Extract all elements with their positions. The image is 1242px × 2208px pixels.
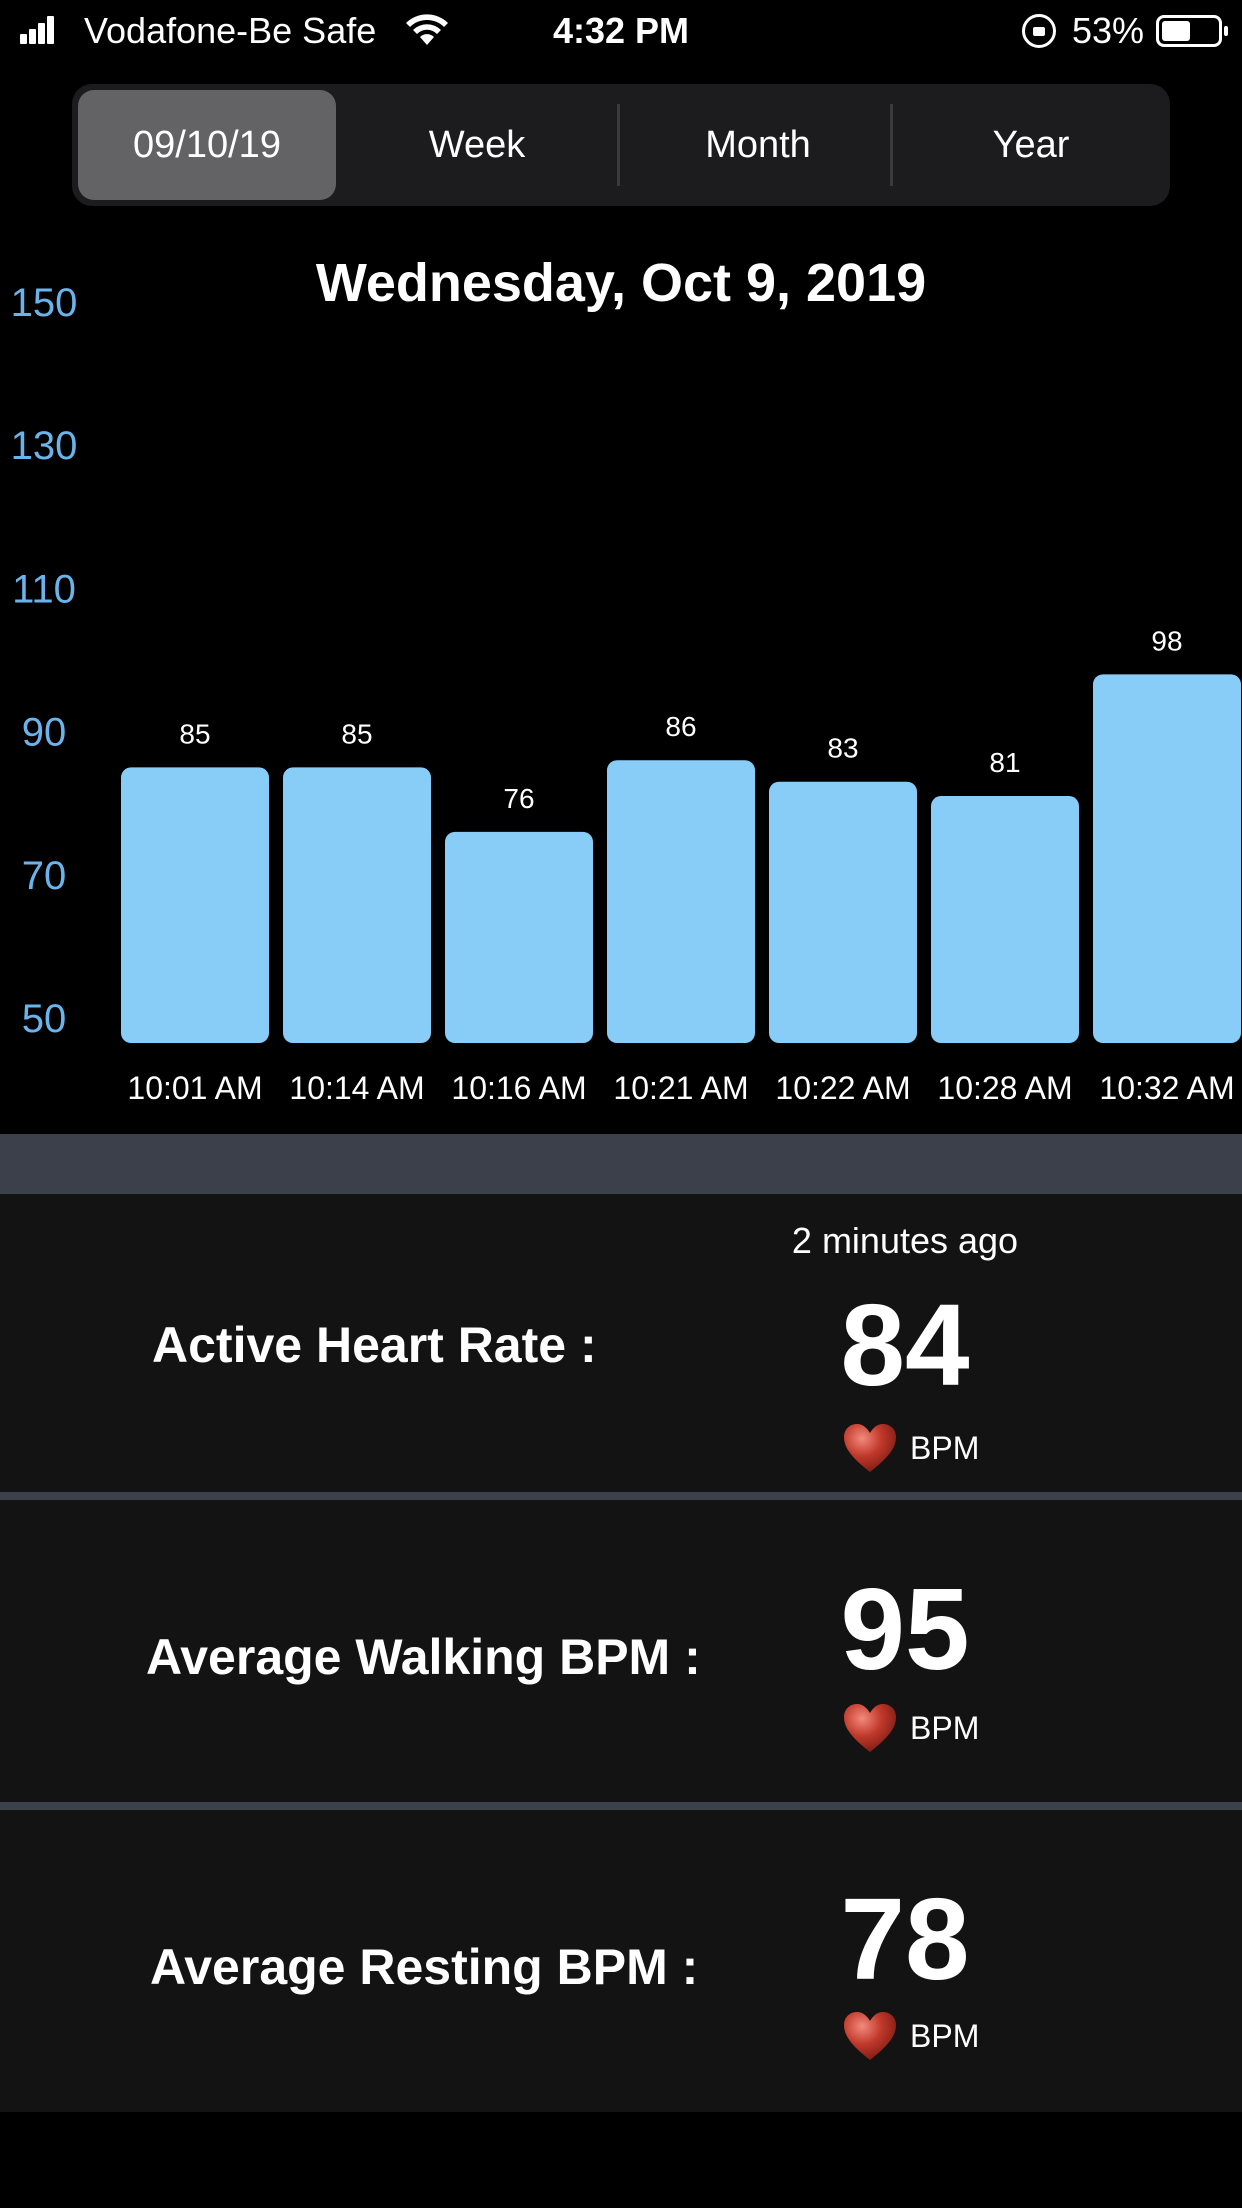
bar-value-label: 76 xyxy=(503,783,534,814)
card-divider xyxy=(0,1802,1242,1810)
average-resting-label: Average Resting BPM : xyxy=(150,1939,699,1995)
period-segmented-control: 09/10/19 Week Month Year xyxy=(72,84,1170,206)
active-heart-rate-card: Active Heart Rate : 2 minutes ago 84 BPM xyxy=(0,1194,1242,1492)
average-resting-value: 78 xyxy=(840,1874,970,2004)
y-axis-tick-label: 70 xyxy=(22,854,67,898)
bar-value-label: 85 xyxy=(179,718,210,749)
x-axis-tick-label: 10:28 AM xyxy=(937,1070,1072,1106)
average-resting-card: Average Resting BPM : 78 BPM xyxy=(0,1810,1242,2112)
segment-day[interactable]: 09/10/19 xyxy=(78,90,336,200)
y-axis-tick-label: 130 xyxy=(11,424,78,468)
y-axis-tick-label: 110 xyxy=(12,567,76,611)
heart-icon xyxy=(844,1424,896,1472)
bar-value-label: 86 xyxy=(665,711,696,742)
chart-bar xyxy=(769,781,917,1043)
y-axis-tick-label: 90 xyxy=(22,711,67,755)
orientation-lock-icon xyxy=(1022,14,1056,48)
segment-month[interactable]: Month xyxy=(622,90,894,200)
bar-value-label: 83 xyxy=(827,733,858,764)
chart-bar xyxy=(445,831,593,1043)
segment-year[interactable]: Year xyxy=(898,90,1164,200)
bar-value-label: 85 xyxy=(341,718,372,749)
x-axis-tick-label: 10:22 AM xyxy=(775,1070,910,1106)
heart-rate-bar-chart: 150 130 110 90 70 50 85 10:01 AM 85 10:14 AM 76 10:… xyxy=(11,281,1241,1106)
active-heart-rate-value: 84 xyxy=(840,1280,970,1410)
x-axis-tick-label: 10:16 AM xyxy=(451,1070,586,1106)
heart-icon xyxy=(844,1704,896,1752)
average-walking-label: Average Walking BPM : xyxy=(146,1629,701,1685)
battery-icon xyxy=(1156,15,1228,47)
active-heart-rate-label: Active Heart Rate : xyxy=(152,1317,597,1373)
bpm-unit: BPM xyxy=(910,1710,980,1746)
heart-icon xyxy=(844,2012,896,2060)
x-axis-tick-label: 10:21 AM xyxy=(613,1070,748,1106)
chart-bar xyxy=(121,767,269,1043)
chart-bar xyxy=(1093,674,1241,1043)
chart-bar xyxy=(283,767,431,1043)
x-axis-tick-label: 10:14 AM xyxy=(289,1070,424,1106)
segment-week[interactable]: Week xyxy=(342,90,612,200)
y-axis-tick-label: 150 xyxy=(11,281,78,325)
last-updated-text: 2 minutes ago xyxy=(791,1220,1019,1261)
bpm-unit: BPM xyxy=(910,1430,980,1466)
chart-bar xyxy=(931,796,1079,1043)
battery-percent: 53% xyxy=(1072,10,1145,51)
bar-value-label: 81 xyxy=(989,747,1020,778)
segment-divider xyxy=(890,104,893,186)
segment-divider xyxy=(617,104,620,186)
bpm-unit: BPM xyxy=(910,2018,980,2054)
card-divider xyxy=(0,1492,1242,1500)
chart-bar xyxy=(607,760,755,1043)
average-walking-value: 95 xyxy=(840,1564,970,1694)
bar-value-label: 98 xyxy=(1151,625,1182,656)
status-bar: Vodafone-Be Safe 4:32 PM 53% xyxy=(0,0,1242,62)
x-axis-tick-label: 10:01 AM xyxy=(127,1070,262,1106)
average-walking-card: Average Walking BPM : 95 BPM xyxy=(0,1500,1242,1802)
x-axis-tick-label: 10:32 AM xyxy=(1099,1070,1234,1106)
section-separator xyxy=(0,1134,1242,1194)
y-axis-tick-label: 50 xyxy=(22,997,67,1041)
